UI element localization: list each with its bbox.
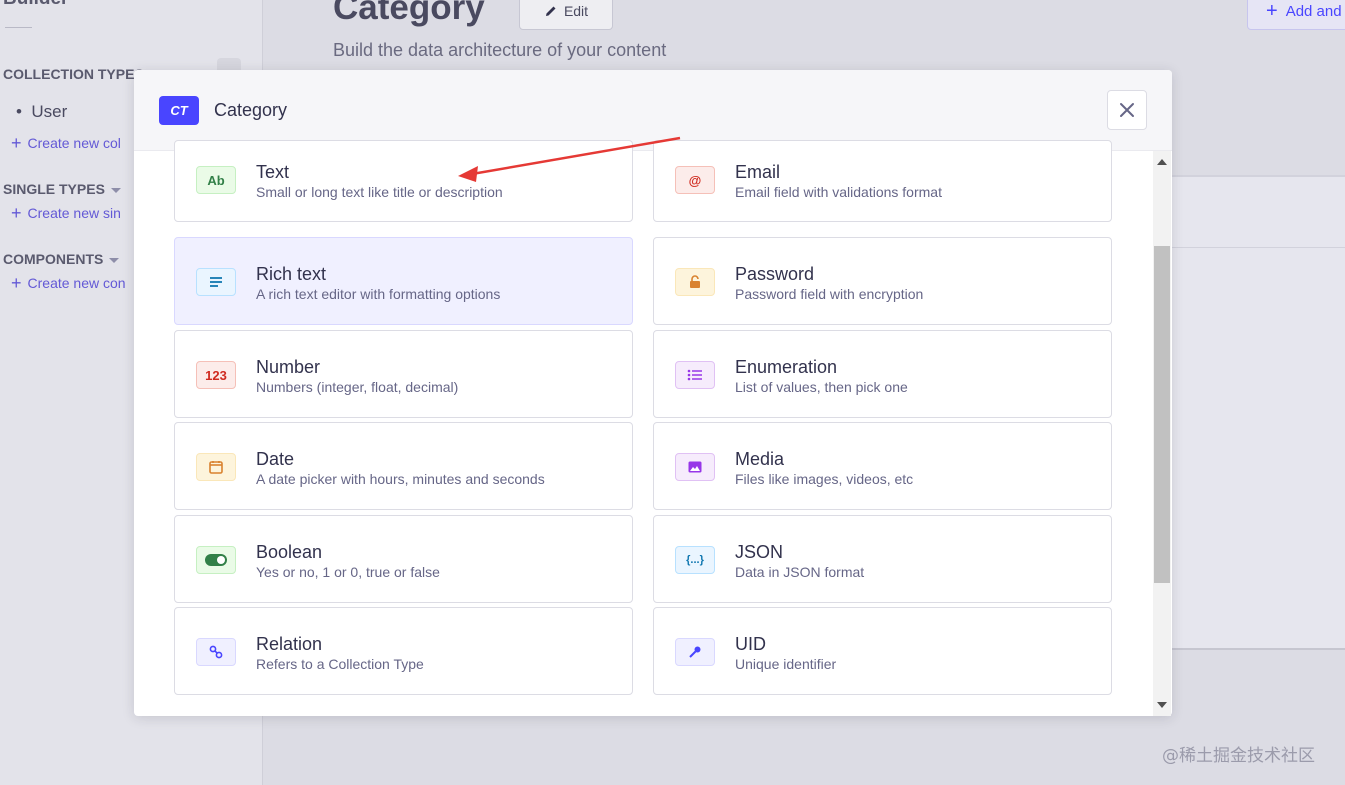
field-type-label: Relation [256,634,323,654]
email-icon: @ [675,166,715,194]
link-label: Create new col [27,135,121,151]
section-collection-types[interactable]: COLLECTION TYPES [3,66,144,82]
field-type-password[interactable]: Password Password field with encryption [653,237,1112,325]
scroll-thumb[interactable] [1154,246,1170,583]
key-icon [675,638,715,666]
field-type-number[interactable]: 123 Number Numbers (integer, float, decima… [174,330,633,418]
modal-scrollbar[interactable] [1153,151,1171,716]
field-type-text[interactable]: Ab Text Small or long text like title or d… [174,140,633,222]
link-label: Create new con [27,275,126,291]
section-title: COLLECTION TYPES [3,66,144,82]
image-icon [675,453,715,481]
field-type-label: Password [735,264,815,284]
section-title: SINGLE TYPES [3,181,105,197]
sidebar-divider [5,27,32,28]
toggle-icon [196,546,236,574]
edit-button[interactable]: Edit [519,0,613,30]
create-collection-link[interactable]: + Create new col [11,133,121,154]
field-type-enumeration[interactable]: Enumeration List of values, then pick one [653,330,1112,418]
add-field-button[interactable]: + Add and [1247,0,1345,30]
create-component-link[interactable]: + Create new con [11,273,126,294]
field-type-label: Enumeration [735,357,838,377]
field-type-description: Refers to a Collection Type [256,656,424,672]
create-single-link[interactable]: + Create new sin [11,203,121,224]
field-type-email[interactable]: @ Email Email field with validations forma… [653,140,1112,222]
page-title: Category [333,0,485,27]
field-type-json[interactable]: {...} JSON Data in JSON format [653,515,1112,603]
background-panel [1172,175,1345,650]
field-type-description: Yes or no, 1 or 0, true or false [256,564,440,580]
pencil-icon [545,6,556,16]
scroll-down-icon[interactable] [1157,702,1167,708]
field-type-description: Small or long text like title or descrip… [256,184,503,200]
field-type-label: Rich text [256,264,327,284]
section-components[interactable]: COMPONENTS [3,251,120,267]
field-type-label: JSON [735,542,784,562]
scroll-up-icon[interactable] [1157,159,1167,165]
field-type-relation[interactable]: Relation Refers to a Collection Type [174,607,633,695]
sidebar-brand: Builder [3,0,68,10]
sidebar-item-user[interactable]: • User [16,102,67,122]
field-type-label: Media [735,449,785,469]
field-type-description: Files like images, videos, etc [735,471,914,487]
link-icon [196,638,236,666]
field-type-label: Email [735,162,781,182]
chevron-down-icon [109,257,120,263]
section-title: COMPONENTS [3,251,104,267]
field-type-label: Number [256,357,321,377]
list-icon [675,361,715,389]
chevron-down-icon [110,187,121,193]
field-type-description: A date picker with hours, minutes and se… [256,471,545,487]
field-type-description: Email field with validations format [735,184,942,200]
field-type-media[interactable]: Media Files like images, videos, etc [653,422,1112,510]
field-type-description: Data in JSON format [735,564,865,580]
bullet: • [16,102,32,121]
number-icon: 123 [196,361,236,389]
add-label: Add and [1285,2,1342,20]
link-label: Create new sin [27,205,121,221]
plus-icon: + [1266,0,1278,22]
calendar-icon [196,453,236,481]
modal-title: Category [214,100,288,120]
close-button[interactable] [1107,90,1147,130]
field-type-description: Password field with encryption [735,286,924,302]
field-type-rich-text[interactable]: Rich text A rich text editor with formatt… [174,237,633,325]
field-type-uid[interactable]: UID Unique identifier [653,607,1112,695]
modal-header: CT Category [134,70,1172,151]
field-type-description: List of values, then pick one [735,379,908,395]
richtext-icon [196,268,236,296]
content-type-badge: CT [159,96,199,125]
field-type-modal: CT Category Ab Text Small or long text lik… [134,70,1172,716]
text-icon: Ab [196,166,236,194]
field-type-label: Text [256,162,290,182]
field-type-label: UID [735,634,766,654]
field-type-label: Date [256,449,295,469]
edit-label: Edit [563,3,589,19]
close-icon [1120,103,1134,117]
panel-divider [1172,247,1345,248]
field-type-description: Numbers (integer, float, decimal) [256,379,459,395]
field-type-description: A rich text editor with formatting optio… [256,286,501,302]
json-icon: {...} [675,546,715,574]
sidebar-item-label: User [31,102,68,121]
section-single-types[interactable]: SINGLE TYPES [3,181,121,197]
field-type-description: Unique identifier [735,656,837,672]
field-type-label: Boolean [256,542,323,562]
watermark: @稀土掘金技术社区 [1162,746,1315,766]
page-subtitle: Build the data architecture of your cont… [333,40,667,60]
plus-icon: + [11,273,22,293]
field-type-grid: Ab Text Small or long text like title or d… [174,140,1112,710]
field-type-boolean[interactable]: Boolean Yes or no, 1 or 0, true or false [174,515,633,603]
plus-icon: + [11,133,22,153]
field-type-date[interactable]: Date A date picker with hours, minutes an… [174,422,633,510]
plus-icon: + [11,203,22,223]
lock-icon [675,268,715,296]
